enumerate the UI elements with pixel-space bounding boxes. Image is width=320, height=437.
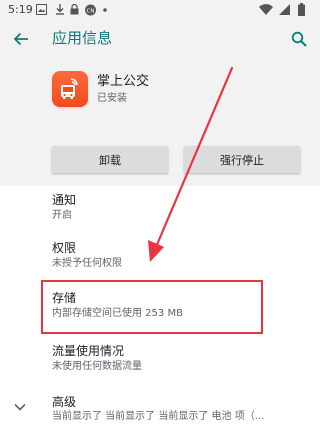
svg-text:CN: CN [87,8,95,14]
advanced-item[interactable]: 高级 当前显示了 当前显示了 当前显示了 电池 项（... [0,389,320,437]
storage-item[interactable]: 存储 内部存储空间已使用 253 MB [0,284,320,332]
action-buttons: 卸载 强行停止 [0,128,320,186]
storage-summary: 内部存储空间已使用 253 MB [52,308,183,319]
notifications-summary: 开启 [52,210,72,221]
storage-title: 存储 [52,291,77,305]
app-bar: 应用信息 [0,20,320,58]
data-usage-summary: 未使用任何数据流量 [52,361,142,372]
app-icon [52,71,88,107]
app-name: 掌上公交 [97,74,150,89]
status-time: 5:19 [8,3,33,16]
search-button[interactable] [286,26,312,52]
image-icon [36,4,47,15]
app-header: 掌上公交 已安装 [0,58,320,128]
search-icon [291,31,307,47]
signal-icon [279,4,290,15]
permissions-item[interactable]: 权限 未授予任何权限 [0,234,320,282]
permissions-title: 权限 [52,241,77,255]
notifications-item[interactable]: 通知 开启 [0,186,320,234]
chevron-down-icon [14,403,26,411]
notifications-title: 通知 [52,193,77,207]
wifi-icon [259,4,273,15]
bus-icon [61,78,78,99]
download-icon [56,4,64,15]
permissions-summary: 未授予任何权限 [52,258,122,269]
advanced-summary: 当前显示了 当前显示了 当前显示了 电池 项（... [52,411,265,422]
app-install-status: 已安装 [97,93,127,104]
back-arrow-icon [13,32,28,46]
back-button[interactable] [8,26,34,52]
lock-icon [70,4,79,15]
battery-icon [298,3,305,16]
page-title: 应用信息 [52,29,113,47]
force-stop-button[interactable]: 强行停止 [184,146,300,173]
advanced-title: 高级 [52,395,77,409]
dot-icon [103,8,107,12]
vpn-icon: CN [85,4,96,16]
data-usage-title: 流量使用情况 [52,344,125,358]
data-usage-item[interactable]: 流量使用情况 未使用任何数据流量 [0,337,320,385]
status-bar: 5:19 CN [0,0,320,20]
uninstall-button[interactable]: 卸载 [52,146,168,173]
